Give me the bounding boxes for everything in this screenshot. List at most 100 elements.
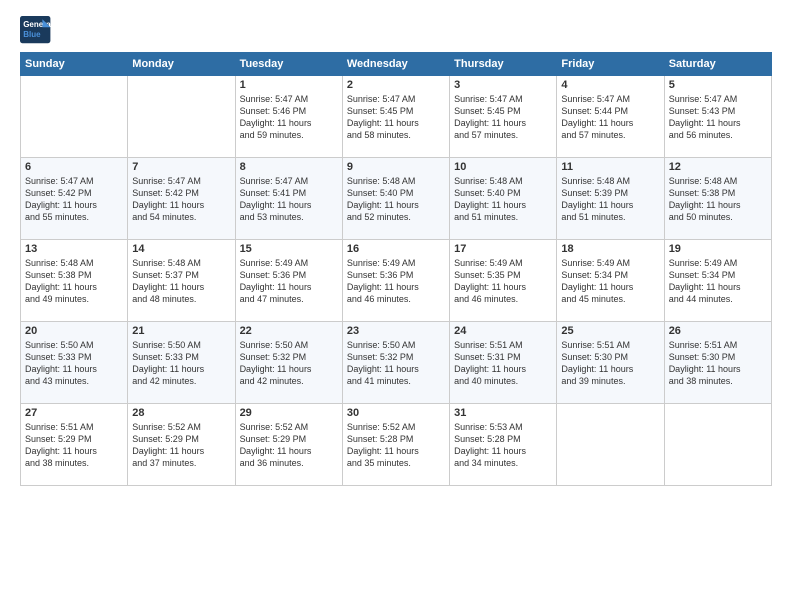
table-row: 2 Sunrise: 5:47 AM Sunset: 5:45 PM Daylig… bbox=[342, 76, 449, 158]
cell-info: Sunrise: 5:47 AM Sunset: 5:42 PM Dayligh… bbox=[25, 175, 123, 224]
table-row: 19 Sunrise: 5:49 AM Sunset: 5:34 PM Dayli… bbox=[664, 240, 771, 322]
day-number: 20 bbox=[25, 325, 123, 337]
cell-info: Sunrise: 5:47 AM Sunset: 5:45 PM Dayligh… bbox=[347, 93, 445, 142]
day-number: 8 bbox=[240, 161, 338, 173]
cell-info: Sunrise: 5:47 AM Sunset: 5:43 PM Dayligh… bbox=[669, 93, 767, 142]
col-header-thursday: Thursday bbox=[450, 53, 557, 76]
cell-info: Sunrise: 5:51 AM Sunset: 5:30 PM Dayligh… bbox=[561, 339, 659, 388]
cell-info: Sunrise: 5:49 AM Sunset: 5:35 PM Dayligh… bbox=[454, 257, 552, 306]
table-row bbox=[664, 404, 771, 486]
col-header-sunday: Sunday bbox=[21, 53, 128, 76]
day-number: 10 bbox=[454, 161, 552, 173]
col-header-friday: Friday bbox=[557, 53, 664, 76]
col-header-tuesday: Tuesday bbox=[235, 53, 342, 76]
table-row: 14 Sunrise: 5:48 AM Sunset: 5:37 PM Dayli… bbox=[128, 240, 235, 322]
table-row: 3 Sunrise: 5:47 AM Sunset: 5:45 PM Daylig… bbox=[450, 76, 557, 158]
cell-info: Sunrise: 5:50 AM Sunset: 5:33 PM Dayligh… bbox=[25, 339, 123, 388]
cell-info: Sunrise: 5:52 AM Sunset: 5:29 PM Dayligh… bbox=[132, 421, 230, 470]
cell-info: Sunrise: 5:47 AM Sunset: 5:45 PM Dayligh… bbox=[454, 93, 552, 142]
table-row: 4 Sunrise: 5:47 AM Sunset: 5:44 PM Daylig… bbox=[557, 76, 664, 158]
cell-info: Sunrise: 5:48 AM Sunset: 5:40 PM Dayligh… bbox=[347, 175, 445, 224]
cell-info: Sunrise: 5:49 AM Sunset: 5:36 PM Dayligh… bbox=[240, 257, 338, 306]
day-number: 5 bbox=[669, 79, 767, 91]
cell-info: Sunrise: 5:48 AM Sunset: 5:38 PM Dayligh… bbox=[669, 175, 767, 224]
day-number: 15 bbox=[240, 243, 338, 255]
col-header-saturday: Saturday bbox=[664, 53, 771, 76]
day-number: 17 bbox=[454, 243, 552, 255]
day-number: 18 bbox=[561, 243, 659, 255]
table-row: 27 Sunrise: 5:51 AM Sunset: 5:29 PM Dayli… bbox=[21, 404, 128, 486]
table-row: 10Sunrise: 5:48 AM Sunset: 5:40 PM Dayli… bbox=[450, 158, 557, 240]
day-number: 27 bbox=[25, 407, 123, 419]
page-header: General Blue bbox=[20, 16, 772, 44]
logo: General Blue bbox=[20, 16, 52, 44]
day-number: 6 bbox=[25, 161, 123, 173]
cell-info: Sunrise: 5:47 AM Sunset: 5:44 PM Dayligh… bbox=[561, 93, 659, 142]
day-number: 21 bbox=[132, 325, 230, 337]
cell-info: Sunrise: 5:49 AM Sunset: 5:34 PM Dayligh… bbox=[561, 257, 659, 306]
table-row: 25 Sunrise: 5:51 AM Sunset: 5:30 PM Dayli… bbox=[557, 322, 664, 404]
day-number: 12 bbox=[669, 161, 767, 173]
col-header-monday: Monday bbox=[128, 53, 235, 76]
cell-info: Sunrise: 5:51 AM Sunset: 5:29 PM Dayligh… bbox=[25, 421, 123, 470]
cell-info: Sunrise: 5:49 AM Sunset: 5:34 PM Dayligh… bbox=[669, 257, 767, 306]
table-row: 9 Sunrise: 5:48 AM Sunset: 5:40 PM Daylig… bbox=[342, 158, 449, 240]
day-number: 16 bbox=[347, 243, 445, 255]
day-number: 24 bbox=[454, 325, 552, 337]
day-number: 30 bbox=[347, 407, 445, 419]
cell-info: Sunrise: 5:47 AM Sunset: 5:42 PM Dayligh… bbox=[132, 175, 230, 224]
cell-info: Sunrise: 5:48 AM Sunset: 5:37 PM Dayligh… bbox=[132, 257, 230, 306]
table-row: 18 Sunrise: 5:49 AM Sunset: 5:34 PM Dayli… bbox=[557, 240, 664, 322]
cell-info: Sunrise: 5:52 AM Sunset: 5:28 PM Dayligh… bbox=[347, 421, 445, 470]
day-number: 19 bbox=[669, 243, 767, 255]
table-row: 17 Sunrise: 5:49 AM Sunset: 5:35 PM Dayli… bbox=[450, 240, 557, 322]
table-row: 15 Sunrise: 5:49 AM Sunset: 5:36 PM Dayli… bbox=[235, 240, 342, 322]
table-row: 7 Sunrise: 5:47 AM Sunset: 5:42 PM Daylig… bbox=[128, 158, 235, 240]
calendar-table: SundayMondayTuesdayWednesdayThursdayFrid… bbox=[20, 52, 772, 486]
day-number: 28 bbox=[132, 407, 230, 419]
day-number: 25 bbox=[561, 325, 659, 337]
table-row: 28 Sunrise: 5:52 AM Sunset: 5:29 PM Dayli… bbox=[128, 404, 235, 486]
cell-info: Sunrise: 5:48 AM Sunset: 5:38 PM Dayligh… bbox=[25, 257, 123, 306]
day-number: 2 bbox=[347, 79, 445, 91]
logo-icon: General Blue bbox=[20, 16, 52, 44]
table-row: 1 Sunrise: 5:47 AM Sunset: 5:46 PM Daylig… bbox=[235, 76, 342, 158]
cell-info: Sunrise: 5:52 AM Sunset: 5:29 PM Dayligh… bbox=[240, 421, 338, 470]
table-row: 24 Sunrise: 5:51 AM Sunset: 5:31 PM Dayli… bbox=[450, 322, 557, 404]
table-row: 26 Sunrise: 5:51 AM Sunset: 5:30 PM Dayli… bbox=[664, 322, 771, 404]
day-number: 4 bbox=[561, 79, 659, 91]
cell-info: Sunrise: 5:53 AM Sunset: 5:28 PM Dayligh… bbox=[454, 421, 552, 470]
day-number: 31 bbox=[454, 407, 552, 419]
cell-info: Sunrise: 5:50 AM Sunset: 5:33 PM Dayligh… bbox=[132, 339, 230, 388]
table-row: 22Sunrise: 5:50 AM Sunset: 5:32 PM Dayli… bbox=[235, 322, 342, 404]
table-row: 12 Sunrise: 5:48 AM Sunset: 5:38 PM Dayli… bbox=[664, 158, 771, 240]
cell-info: Sunrise: 5:51 AM Sunset: 5:31 PM Dayligh… bbox=[454, 339, 552, 388]
table-row: 11Sunrise: 5:48 AM Sunset: 5:39 PM Dayli… bbox=[557, 158, 664, 240]
table-row bbox=[21, 76, 128, 158]
table-row bbox=[128, 76, 235, 158]
table-row: 8Sunrise: 5:47 AM Sunset: 5:41 PM Daylig… bbox=[235, 158, 342, 240]
table-row: 21 Sunrise: 5:50 AM Sunset: 5:33 PM Dayli… bbox=[128, 322, 235, 404]
cell-info: Sunrise: 5:50 AM Sunset: 5:32 PM Dayligh… bbox=[347, 339, 445, 388]
cell-info: Sunrise: 5:47 AM Sunset: 5:46 PM Dayligh… bbox=[240, 93, 338, 142]
day-number: 1 bbox=[240, 79, 338, 91]
day-number: 9 bbox=[347, 161, 445, 173]
day-number: 3 bbox=[454, 79, 552, 91]
cell-info: Sunrise: 5:48 AM Sunset: 5:39 PM Dayligh… bbox=[561, 175, 659, 224]
cell-info: Sunrise: 5:51 AM Sunset: 5:30 PM Dayligh… bbox=[669, 339, 767, 388]
day-number: 29 bbox=[240, 407, 338, 419]
table-row: 31 Sunrise: 5:53 AM Sunset: 5:28 PM Dayli… bbox=[450, 404, 557, 486]
svg-text:Blue: Blue bbox=[23, 30, 41, 39]
day-number: 14 bbox=[132, 243, 230, 255]
day-number: 7 bbox=[132, 161, 230, 173]
day-number: 23 bbox=[347, 325, 445, 337]
cell-info: Sunrise: 5:50 AM Sunset: 5:32 PM Dayligh… bbox=[240, 339, 338, 388]
day-number: 26 bbox=[669, 325, 767, 337]
table-row bbox=[557, 404, 664, 486]
table-row: 20 Sunrise: 5:50 AM Sunset: 5:33 PM Dayli… bbox=[21, 322, 128, 404]
day-number: 13 bbox=[25, 243, 123, 255]
col-header-wednesday: Wednesday bbox=[342, 53, 449, 76]
table-row: 5 Sunrise: 5:47 AM Sunset: 5:43 PM Daylig… bbox=[664, 76, 771, 158]
table-row: 23 Sunrise: 5:50 AM Sunset: 5:32 PM Dayli… bbox=[342, 322, 449, 404]
table-row: 30 Sunrise: 5:52 AM Sunset: 5:28 PM Dayli… bbox=[342, 404, 449, 486]
